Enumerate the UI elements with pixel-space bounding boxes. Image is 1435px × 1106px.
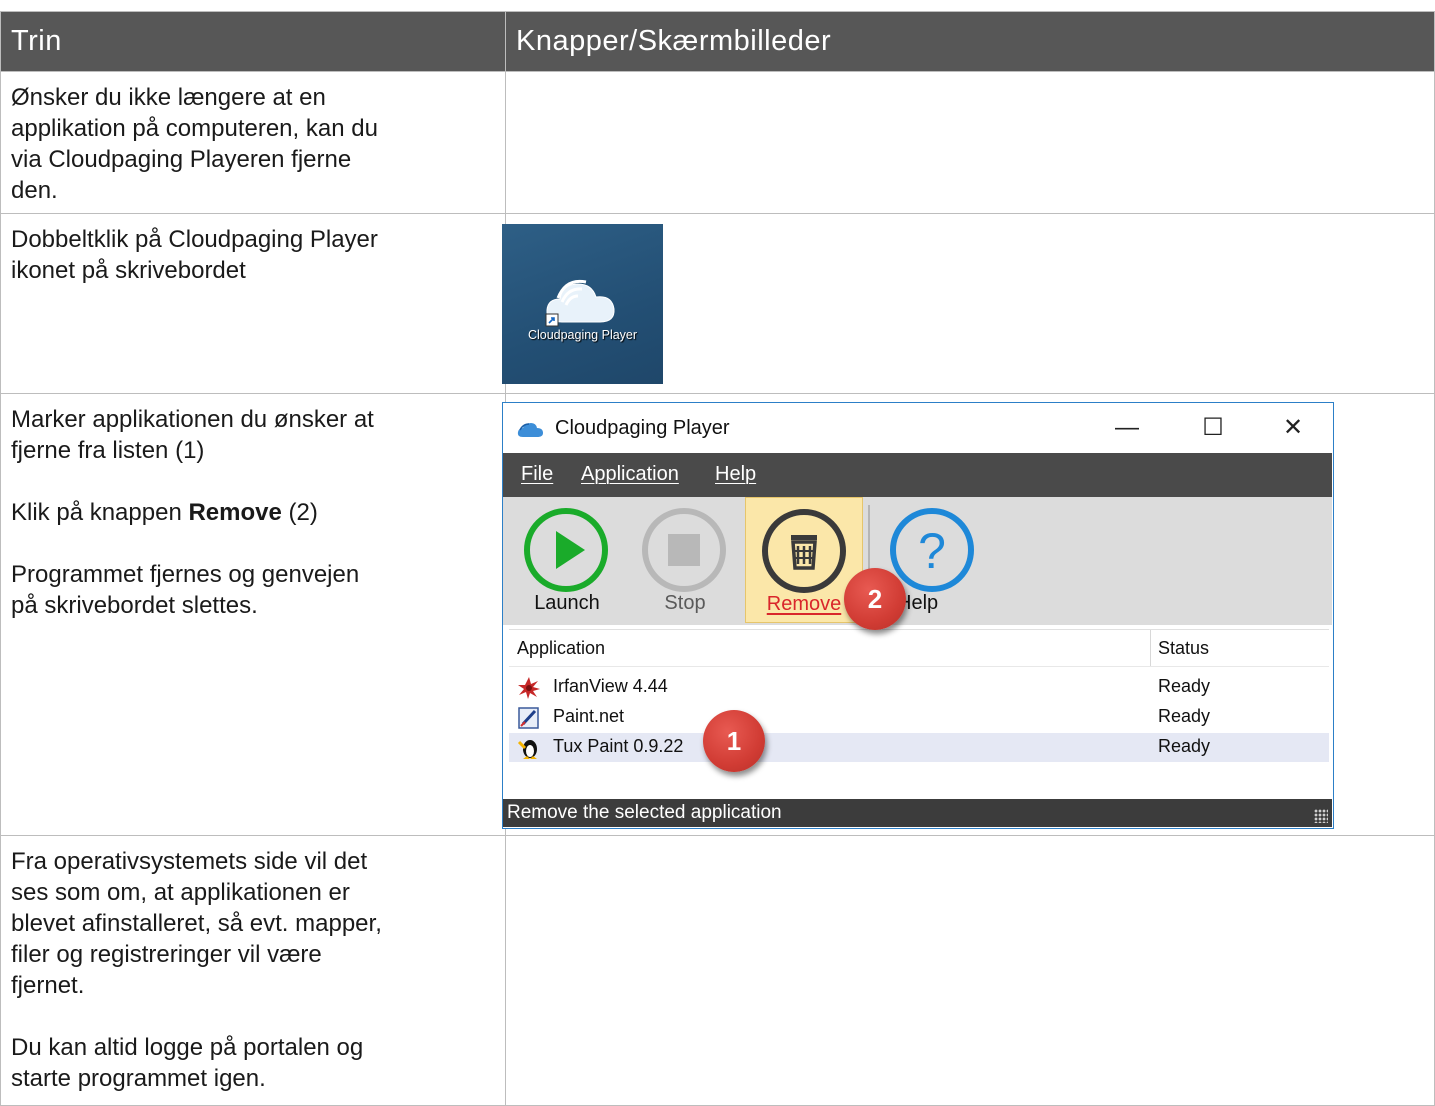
play-icon	[524, 508, 608, 592]
status-bar: Remove the selected application	[503, 799, 1332, 827]
desktop-icon-label: Cloudpaging Player	[527, 328, 638, 342]
step-3-remove-bold: Remove	[188, 499, 282, 526]
stop-icon	[642, 508, 726, 592]
status-text: Remove the selected application	[507, 802, 782, 823]
help-icon: ?	[890, 508, 974, 592]
app-status: Ready	[1158, 736, 1211, 756]
app-name: IrfanView 4.44	[553, 676, 668, 696]
list-item[interactable]: IrfanView 4.44 Ready	[509, 673, 1329, 702]
step-3-text-c: Programmet fjernes og genvejen på skrive…	[11, 561, 360, 619]
cloudpaging-icon	[545, 279, 615, 327]
tuxpaint-icon	[517, 740, 537, 759]
header-trin: Trin	[0, 11, 506, 72]
step-4-image-cell	[505, 835, 1435, 1106]
minimize-button[interactable]: —	[1107, 413, 1147, 443]
title-bar: Cloudpaging Player — ☐ ✕	[503, 403, 1333, 453]
step-4-text-b: Du kan altid logge på portalen og starte…	[11, 1034, 364, 1092]
toolbar: Launch Stop Remove ? Help	[503, 497, 1332, 625]
step-3-text-b-post: (2)	[281, 499, 318, 526]
list-item-selected[interactable]: Tux Paint 0.9.22 Ready	[509, 733, 1329, 762]
cloudpaging-player-window: Cloudpaging Player — ☐ ✕ File Applicatio…	[502, 402, 1334, 829]
paintnet-icon	[518, 707, 539, 729]
step-4-text-cell: Fra operativsystemets side vil det ses s…	[0, 835, 506, 1106]
step-1-text: Ønsker du ikke længere at en applikation…	[11, 84, 378, 204]
column-application[interactable]: Application	[517, 638, 605, 659]
window-title: Cloudpaging Player	[555, 417, 730, 439]
step-3-text-b: Klik på knappen Remove (2)	[1, 466, 505, 528]
menu-help[interactable]: Help	[715, 463, 756, 486]
column-status[interactable]: Status	[1158, 638, 1209, 659]
desktop-icon-cloudpaging[interactable]: Cloudpaging Player	[502, 224, 663, 384]
app-status: Ready	[1158, 676, 1211, 696]
step-3-text-a: Marker applikationen du ønsker at fjerne…	[11, 406, 374, 464]
svg-text:?: ?	[918, 523, 946, 579]
close-button[interactable]: ✕	[1273, 413, 1313, 443]
callout-badge-2: 2	[844, 568, 906, 630]
maximize-button[interactable]: ☐	[1193, 413, 1233, 443]
header-knapper: Knapper/Skærmbilleder	[505, 11, 1435, 72]
step-3-text-b-pre: Klik på knappen	[11, 499, 189, 526]
launch-button[interactable]: Launch	[517, 497, 617, 623]
stop-button[interactable]: Stop	[635, 497, 735, 623]
list-item[interactable]: Paint.net Ready	[509, 703, 1329, 732]
app-name: Tux Paint 0.9.22	[553, 736, 684, 756]
step-2-text-cell: Dobbeltklik på Cloudpaging Player ikonet…	[0, 213, 506, 394]
app-status: Ready	[1158, 706, 1211, 726]
step-1-image-cell	[505, 71, 1435, 214]
step-3-text-cell: Marker applikationen du ønsker at fjerne…	[0, 393, 506, 836]
callout-badge-1: 1	[703, 710, 765, 772]
step-2-text: Dobbeltklik på Cloudpaging Player ikonet…	[11, 226, 378, 284]
cloudpaging-logo-icon	[517, 423, 543, 437]
irfanview-icon	[518, 677, 540, 699]
stop-label: Stop	[664, 592, 706, 614]
menu-file[interactable]: File	[521, 463, 553, 486]
step-4-text-a: Fra operativsystemets side vil det ses s…	[11, 848, 382, 999]
trash-icon	[762, 509, 846, 593]
menu-application[interactable]: Application	[581, 463, 679, 486]
step-1-text-cell: Ønsker du ikke længere at en applikation…	[0, 71, 506, 214]
list-header: Application Status	[509, 630, 1329, 667]
menu-bar: File Application Help	[503, 453, 1332, 497]
column-divider[interactable]	[1150, 630, 1151, 666]
launch-label: Launch	[534, 592, 600, 614]
resize-grip[interactable]	[1314, 809, 1328, 823]
application-list[interactable]: Application Status IrfanView 4.44 Ready …	[509, 629, 1329, 795]
app-name: Paint.net	[553, 706, 625, 726]
